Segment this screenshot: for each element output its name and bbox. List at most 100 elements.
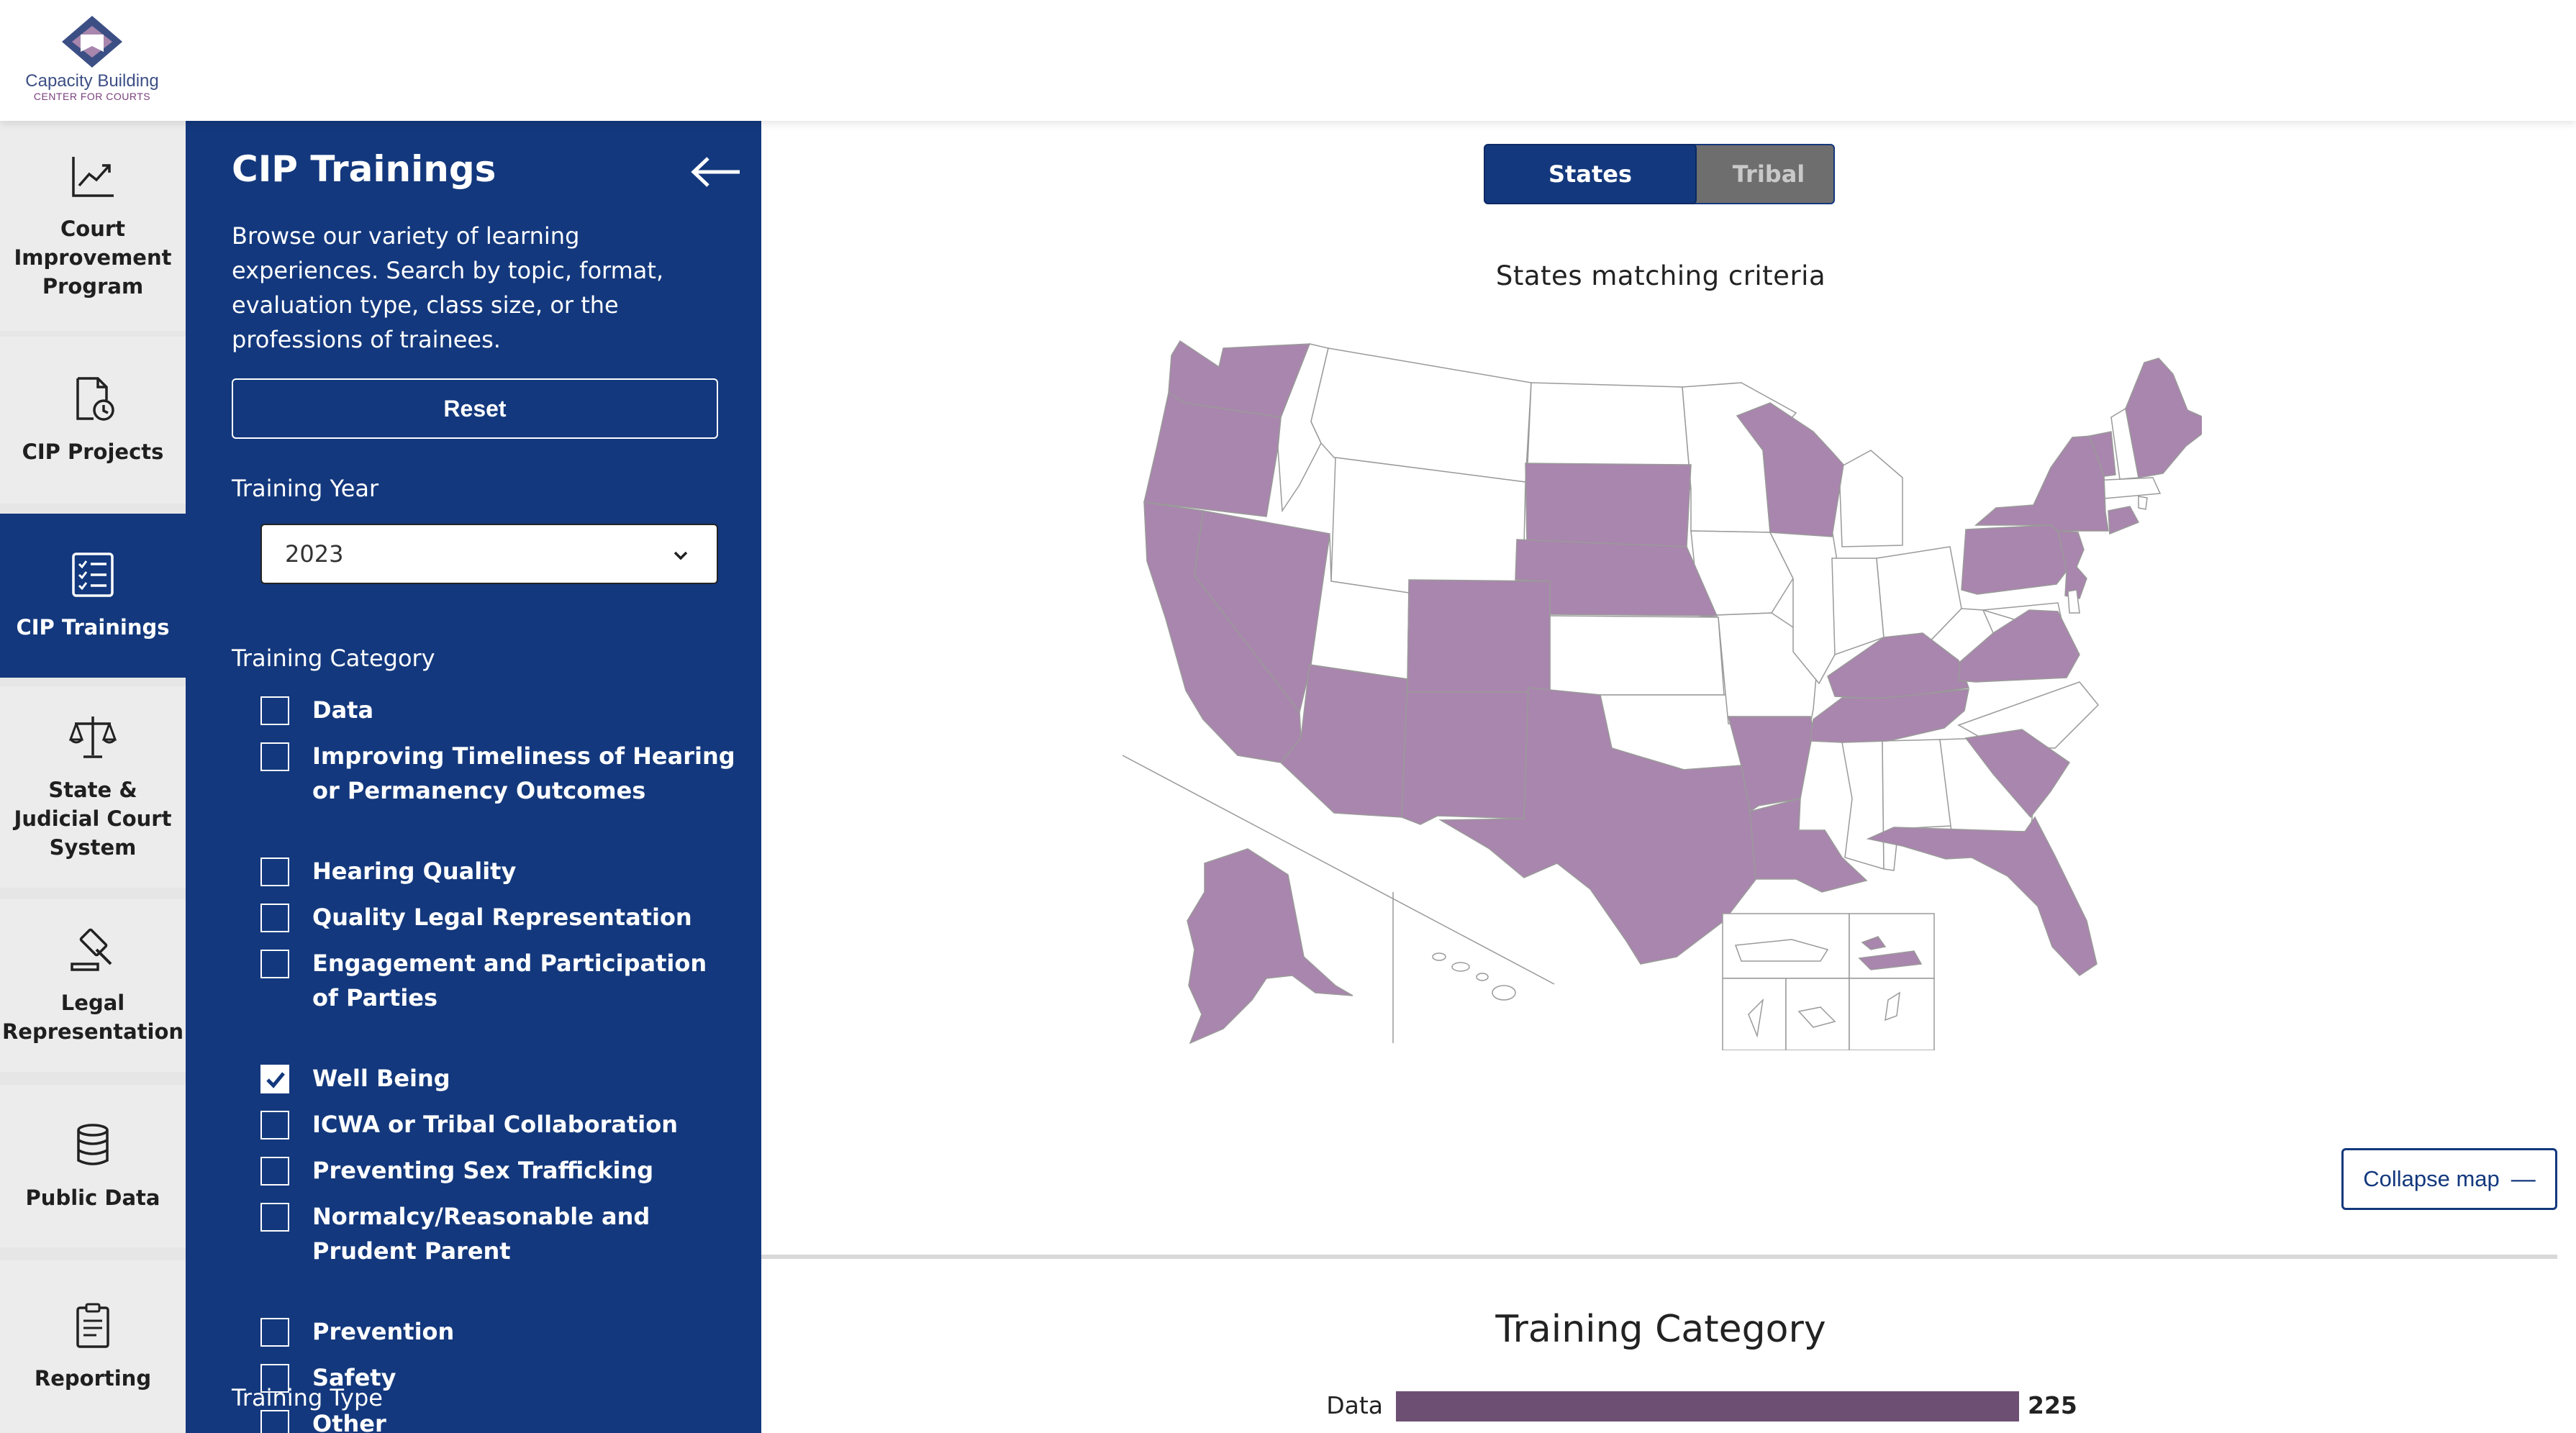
nav-label: Public Data <box>25 1186 160 1210</box>
clipboard-icon <box>76 1303 109 1348</box>
training-year-label: Training Year <box>232 475 379 502</box>
minus-icon: — <box>2511 1165 2536 1193</box>
training-year-select[interactable]: 2023 <box>260 524 718 584</box>
checkbox[interactable] <box>260 1203 289 1232</box>
checkbox-label: Hearing Quality <box>312 857 517 885</box>
hawaii-islands <box>1432 952 1516 1001</box>
chevron-down-icon <box>674 551 688 560</box>
nav-label: CIP Trainings <box>16 615 170 640</box>
checkbox-label: Quality Legal Representation <box>312 904 692 931</box>
state-AK[interactable] <box>1187 848 1353 1045</box>
category-checkbox-row[interactable]: Improving Timeliness of Hearing or Perma… <box>260 741 735 808</box>
nav-label: CIP Projects <box>22 440 164 464</box>
state-MI[interactable] <box>1838 450 1903 547</box>
nav-item-legal-representation[interactable]: Legal Representation <box>0 899 186 1072</box>
state-NY[interactable] <box>1974 435 2109 532</box>
nav-label: State & Judicial Court System <box>14 778 172 860</box>
state-KS[interactable] <box>1549 615 1725 696</box>
checkbox-label: Prevention <box>312 1318 455 1345</box>
logo-subtext: CENTER FOR COURTS <box>33 91 151 102</box>
nav-label: Reporting <box>34 1366 152 1391</box>
scales-icon <box>68 716 117 758</box>
checkbox[interactable] <box>260 1157 289 1186</box>
nav-item-court-improvement-program[interactable]: Court Improvement Program <box>0 121 186 331</box>
tribal-toggle-label: Tribal <box>1732 160 1805 188</box>
line-chart-icon <box>72 157 114 197</box>
category-checkbox-row[interactable]: Data <box>260 695 735 727</box>
logo-mark-icon <box>62 16 122 68</box>
state-PA[interactable] <box>1961 524 2067 595</box>
state-SD[interactable] <box>1525 463 1692 547</box>
training-year-value: 2023 <box>285 540 344 568</box>
left-nav: Court Improvement Program CIP Projects C… <box>0 121 186 1433</box>
document-clock-icon <box>76 377 114 421</box>
checkbox-label: Well Being <box>312 1065 450 1092</box>
training-category-chart: Data 225 <box>1326 1391 2077 1421</box>
filter-panel: CIP Trainings Browse our variety of lear… <box>186 121 761 1433</box>
training-category-label: Training Category <box>232 645 435 672</box>
map-caption: States matching criteria <box>1495 260 1826 291</box>
checkmark-icon <box>266 1072 285 1088</box>
nav-item-state-judicial-court-system[interactable]: State & Judicial Court System <box>0 686 186 888</box>
state-MS[interactable] <box>1841 740 1885 870</box>
collapse-map-button[interactable]: Collapse map — <box>2341 1148 2557 1210</box>
checkbox-label: ICWA or Tribal Collaboration <box>312 1111 679 1138</box>
state-TN[interactable] <box>1810 688 1969 743</box>
category-checkbox-row[interactable]: Preventing Sex Trafficking <box>260 1155 735 1188</box>
tribal-toggle-button[interactable]: Tribal <box>1674 144 1835 204</box>
top-bar: Capacity Building CENTER FOR COURTS <box>0 0 2576 121</box>
category-checkbox-row[interactable]: Prevention <box>260 1316 735 1349</box>
panel-description: Browse our variety of learning experienc… <box>232 222 664 353</box>
bar-value-label: 225 <box>2028 1391 2077 1419</box>
category-checkbox-row[interactable]: ICWA or Tribal Collaboration <box>260 1109 735 1142</box>
logo[interactable]: Capacity Building CENTER FOR COURTS <box>13 13 171 114</box>
checkbox-label: Engagement and Participation of Parties <box>312 950 707 1011</box>
category-checkbox-row[interactable]: Engagement and Participation of Parties <box>260 948 735 1015</box>
nav-label: Court Improvement Program <box>14 217 172 299</box>
category-checkbox-row[interactable]: Other <box>260 1409 735 1433</box>
reset-button[interactable]: Reset <box>232 378 718 439</box>
category-checkbox-row[interactable]: Hearing Quality <box>260 856 735 888</box>
checkbox[interactable] <box>260 1111 289 1139</box>
collapse-map-label: Collapse map <box>2363 1166 2500 1191</box>
us-states-map <box>1123 340 2202 1050</box>
database-icon <box>77 1124 109 1165</box>
arrow-left-icon[interactable] <box>689 155 741 188</box>
category-checkbox-row[interactable]: Well Being <box>260 1063 735 1096</box>
state-CT[interactable] <box>2108 506 2140 535</box>
state-IN[interactable] <box>1831 558 1885 656</box>
checkbox-label: Preventing Sex Trafficking <box>312 1157 654 1184</box>
state-RI[interactable] <box>2138 496 2148 510</box>
category-checkbox-row[interactable]: Normalcy/Reasonable and Prudent Parent <box>260 1201 735 1268</box>
checkbox[interactable] <box>260 857 289 886</box>
nav-item-cip-trainings[interactable]: CIP Trainings <box>0 514 186 678</box>
checkbox[interactable] <box>260 950 289 978</box>
territories-inset <box>1722 913 1935 1050</box>
nav-item-public-data[interactable]: Public Data <box>0 1085 186 1247</box>
panel-title: CIP Trainings <box>232 148 496 190</box>
state-CO[interactable] <box>1407 579 1551 693</box>
checklist-icon <box>72 552 114 597</box>
bar[interactable] <box>1396 1391 2019 1421</box>
state-NM[interactable] <box>1401 678 1529 825</box>
checkbox-label: Improving Timeliness of Hearing or Perma… <box>312 742 735 804</box>
checkbox[interactable] <box>260 696 289 725</box>
chart-title: Training Category <box>1495 1308 1826 1351</box>
nav-label: Legal Representation <box>1 991 184 1044</box>
category-checkbox-row[interactable]: Quality Legal Representation <box>260 902 735 934</box>
checkbox[interactable] <box>260 1318 289 1347</box>
training-type-label: Training Type <box>232 1384 383 1411</box>
section-divider <box>761 1255 2557 1259</box>
nav-item-cip-projects[interactable]: CIP Projects <box>0 337 186 504</box>
gavel-icon <box>71 928 112 971</box>
checkbox-label: Data <box>312 696 374 724</box>
logo-text: Capacity Building <box>25 71 159 91</box>
nav-item-reporting[interactable]: Reporting <box>0 1260 186 1433</box>
checkbox-checked[interactable] <box>260 1065 289 1093</box>
checkbox[interactable] <box>260 742 289 771</box>
checkbox[interactable] <box>260 904 289 932</box>
checkbox-label: Normalcy/Reasonable and Prudent Parent <box>312 1203 650 1265</box>
states-toggle-button[interactable]: States <box>1484 144 1697 204</box>
state-ME[interactable] <box>2125 358 2202 478</box>
checkbox[interactable] <box>260 1410 289 1433</box>
